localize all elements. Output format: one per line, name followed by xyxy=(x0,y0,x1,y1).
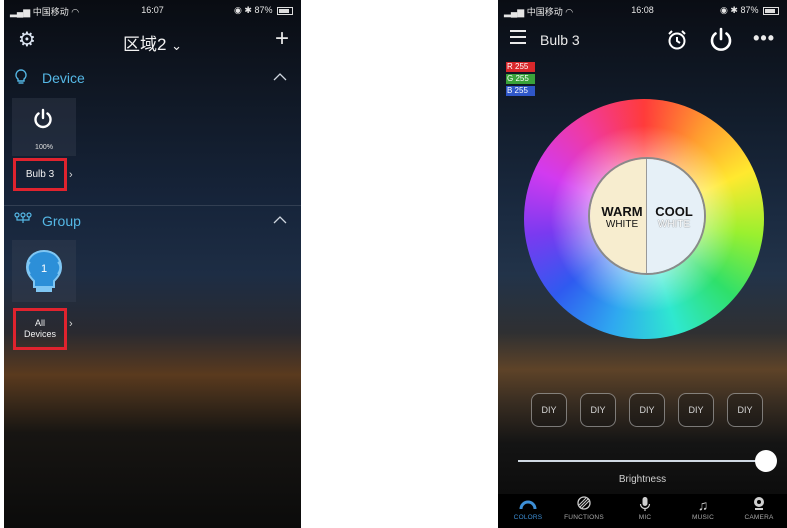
page-title: Bulb 3 xyxy=(540,32,580,48)
wifi-icon: ◠ xyxy=(71,7,80,17)
diy-button-3[interactable]: DIY xyxy=(629,393,665,427)
device-section-header[interactable]: Device xyxy=(4,63,301,93)
music-icon: ♫ xyxy=(697,497,709,513)
tab-music[interactable]: ♫ MUSIC xyxy=(675,496,731,521)
menu-list-icon[interactable] xyxy=(510,30,526,44)
add-button[interactable]: + xyxy=(275,25,289,53)
tab-camera[interactable]: CAMERA xyxy=(731,496,787,521)
diy-button-5[interactable]: DIY xyxy=(727,393,763,427)
device-tile-bulb-3[interactable]: 100% xyxy=(12,98,76,156)
color-wheel[interactable]: WARM WHITE COOL WHITE xyxy=(524,99,764,339)
group-tile-all-devices[interactable]: 1 xyxy=(12,240,76,302)
device-name-label[interactable]: Bulb 3 xyxy=(13,158,67,191)
wifi-icon: ◠ xyxy=(565,7,574,17)
rainbow-icon xyxy=(500,496,556,514)
chevron-up-icon[interactable] xyxy=(273,211,287,227)
top-nav: ⚙ 区域2 ⌄ + xyxy=(4,24,301,58)
functions-icon xyxy=(556,496,612,514)
diy-button-2[interactable]: DIY xyxy=(580,393,616,427)
status-time: 16:07 xyxy=(141,5,164,15)
blue-value-readout: B 255 xyxy=(506,86,535,96)
carrier-label: ▂▄▆ 中国移动 ◠ xyxy=(10,7,80,17)
bottom-tab-bar: COLORS FUNCTIONS MIC ♫ MUSIC CAMERA xyxy=(498,494,787,528)
power-icon[interactable] xyxy=(32,108,54,130)
carrier-label: ▂▄▆ 中国移动 ◠ xyxy=(504,7,574,17)
location-icon: ◉ xyxy=(720,5,728,15)
gear-icon[interactable]: ⚙ xyxy=(18,27,36,52)
bluetooth-icon: ✱ xyxy=(244,5,252,15)
signal-icon: ▂▄▆ xyxy=(504,7,525,17)
location-icon: ◉ xyxy=(234,5,242,15)
chevron-right-icon[interactable]: › xyxy=(69,318,73,330)
chevron-right-icon[interactable]: › xyxy=(69,169,73,181)
left-phone-screen: ▂▄▆ 中国移动 ◠ 16:07 ◉ ✱ 87% ⚙ 区域2 ⌄ + Devic… xyxy=(4,0,301,528)
diy-button-4[interactable]: DIY xyxy=(678,393,714,427)
group-count-badge: 1 xyxy=(41,263,47,275)
group-nodes-icon xyxy=(14,212,32,230)
more-options-icon[interactable]: ••• xyxy=(753,28,775,49)
signal-icon: ▂▄▆ xyxy=(10,7,31,17)
group-name-label[interactable]: All Devices xyxy=(13,308,67,350)
diy-preset-row: DIY DIY DIY DIY DIY xyxy=(531,393,771,427)
brightness-slider-knob[interactable] xyxy=(755,450,777,472)
green-value-readout: G 255 xyxy=(506,74,535,84)
tab-functions[interactable]: FUNCTIONS xyxy=(556,496,612,521)
chevron-up-icon[interactable] xyxy=(273,68,287,84)
group-section-title: Group xyxy=(42,213,81,229)
group-section-header[interactable]: Group xyxy=(4,205,301,236)
status-time: 16:08 xyxy=(631,5,654,15)
bluetooth-icon: ✱ xyxy=(730,5,738,15)
lightbulb-icon xyxy=(14,69,28,89)
alarm-clock-icon[interactable] xyxy=(666,29,688,56)
status-bar: ▂▄▆ 中国移动 ◠ 16:07 ◉ ✱ 87% xyxy=(4,0,301,20)
device-section-title: Device xyxy=(42,70,85,86)
tab-colors[interactable]: COLORS xyxy=(500,496,556,521)
camera-icon xyxy=(731,496,787,514)
battery-icon xyxy=(277,6,293,15)
battery-indicator: ◉ ✱ 87% xyxy=(720,5,779,16)
zone-selector[interactable]: 区域2 ⌄ xyxy=(123,30,182,55)
status-bar: ▂▄▆ 中国移动 ◠ 16:08 ◉ ✱ 87% xyxy=(498,0,787,20)
battery-indicator: ◉ ✱ 87% xyxy=(234,5,293,16)
warm-white-label[interactable]: WARM WHITE xyxy=(594,204,650,230)
red-value-readout: R 255 xyxy=(506,62,535,72)
brightness-label: Brightness xyxy=(618,474,667,485)
cool-white-label[interactable]: COOL WHITE xyxy=(648,204,700,230)
power-icon[interactable] xyxy=(708,27,734,60)
brightness-slider-track[interactable] xyxy=(518,460,766,462)
mic-icon xyxy=(617,496,673,514)
chevron-down-icon: ⌄ xyxy=(171,38,183,53)
tab-mic[interactable]: MIC xyxy=(617,496,673,521)
right-phone-screen: ▂▄▆ 中国移动 ◠ 16:08 ◉ ✱ 87% Bulb 3 ••• R 25… xyxy=(498,0,787,528)
device-brightness-percent: 100% xyxy=(35,144,53,151)
battery-icon xyxy=(763,6,779,15)
top-nav: Bulb 3 ••• xyxy=(498,24,787,58)
group-bulb-icon: 1 xyxy=(25,249,63,292)
diy-button-1[interactable]: DIY xyxy=(531,393,567,427)
